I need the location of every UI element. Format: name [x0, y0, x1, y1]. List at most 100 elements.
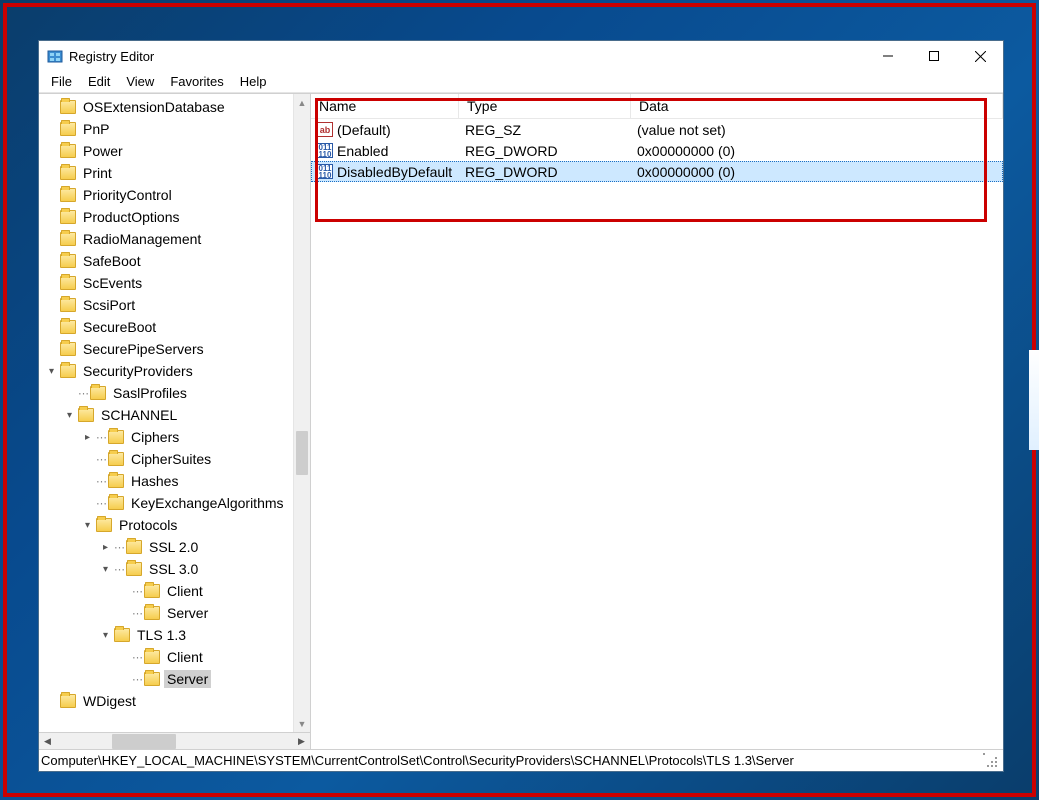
- chevron-down-icon[interactable]: ▾: [45, 366, 58, 377]
- chevron-right-icon[interactable]: ▸: [99, 542, 112, 553]
- tree-node[interactable]: ProductOptions: [39, 206, 310, 228]
- hscroll-thumb[interactable]: [112, 734, 176, 749]
- tree-node[interactable]: ⋯Server: [39, 668, 310, 690]
- tree-node[interactable]: ▸⋯Ciphers: [39, 426, 310, 448]
- folder-icon: [60, 232, 76, 246]
- tree-node-label: Client: [164, 648, 206, 666]
- folder-icon: [144, 606, 160, 620]
- folder-icon: [60, 320, 76, 334]
- tree-node[interactable]: SafeBoot: [39, 250, 310, 272]
- cell-type: REG_SZ: [459, 121, 631, 139]
- tree-node[interactable]: Power: [39, 140, 310, 162]
- tree-node[interactable]: ▸⋯ SSL 2.0: [39, 536, 310, 558]
- tree-node[interactable]: SecureBoot: [39, 316, 310, 338]
- column-data-header[interactable]: Data: [631, 94, 1003, 118]
- folder-icon: [126, 562, 142, 576]
- tree-node[interactable]: ⋯ Client: [39, 580, 310, 602]
- tree-node-label: OSExtensionDatabase: [80, 98, 228, 116]
- resize-grip-icon[interactable]: [983, 753, 999, 769]
- tree-node[interactable]: ⋯CipherSuites: [39, 448, 310, 470]
- scroll-right-icon[interactable]: ▶: [293, 733, 310, 750]
- tree-connector: ⋯: [114, 541, 124, 554]
- status-path: Computer\HKEY_LOCAL_MACHINE\SYSTEM\Curre…: [41, 753, 794, 768]
- values-list[interactable]: Name Type Data ab(Default)REG_SZ(value n…: [311, 94, 1003, 749]
- chevron-down-icon[interactable]: ▾: [63, 410, 76, 421]
- tree-node[interactable]: WDigest: [39, 690, 310, 712]
- cell-name: ab(Default): [311, 121, 459, 139]
- string-value-icon: ab: [317, 122, 333, 137]
- tree-node[interactable]: PnP: [39, 118, 310, 140]
- tree-node[interactable]: ScsiPort: [39, 294, 310, 316]
- folder-icon: [144, 650, 160, 664]
- list-header[interactable]: Name Type Data: [311, 94, 1003, 119]
- column-name-header[interactable]: Name: [311, 94, 459, 118]
- scroll-thumb[interactable]: [296, 431, 308, 475]
- chevron-down-icon[interactable]: ▾: [99, 630, 112, 641]
- tree-node[interactable]: Print: [39, 162, 310, 184]
- folder-icon: [60, 342, 76, 356]
- tree-node-label: KeyExchangeAlgorithms: [128, 494, 287, 512]
- menu-edit[interactable]: Edit: [80, 72, 118, 91]
- tree-connector: ⋯: [132, 585, 142, 598]
- folder-icon: [60, 144, 76, 158]
- tree-node[interactable]: ▾Protocols: [39, 514, 310, 536]
- tree-node[interactable]: ⋯ KeyExchangeAlgorithms: [39, 492, 310, 514]
- tree-node[interactable]: ▾ TLS 1.3: [39, 624, 310, 646]
- cell-data: 0x00000000 (0): [631, 142, 1003, 160]
- window-title: Registry Editor: [69, 49, 154, 64]
- folder-icon: [60, 188, 76, 202]
- cell-name: 011110Enabled: [311, 142, 459, 160]
- tree-connector: ⋯: [96, 497, 106, 510]
- tree-node[interactable]: ScEvents: [39, 272, 310, 294]
- scroll-up-icon[interactable]: ▲: [294, 94, 310, 111]
- folder-icon: [108, 496, 124, 510]
- registry-tree[interactable]: OSExtensionDatabase PnP Power Print Priority…: [39, 94, 310, 732]
- menu-view[interactable]: View: [118, 72, 162, 91]
- folder-icon: [78, 408, 94, 422]
- folder-icon: [90, 386, 106, 400]
- minimize-button[interactable]: [865, 41, 911, 71]
- tree-node-label: RadioManagement: [80, 230, 204, 248]
- scroll-down-icon[interactable]: ▼: [294, 715, 310, 732]
- tree-node[interactable]: ⋯Server: [39, 602, 310, 624]
- tree-node[interactable]: ⋯Hashes: [39, 470, 310, 492]
- tree-node[interactable]: RadioManagement: [39, 228, 310, 250]
- tree-node[interactable]: ▾SecurityProviders: [39, 360, 310, 382]
- tree-node[interactable]: SecurePipeServers: [39, 338, 310, 360]
- binary-value-icon: 011110: [317, 143, 333, 158]
- folder-icon: [126, 540, 142, 554]
- column-type-header[interactable]: Type: [459, 94, 631, 118]
- tree-node-label: SSL 3.0: [146, 560, 201, 578]
- tree-node[interactable]: ▾⋯SSL 3.0: [39, 558, 310, 580]
- tree-node-label: PnP: [80, 120, 112, 138]
- menu-file[interactable]: File: [43, 72, 80, 91]
- tree-horizontal-scrollbar[interactable]: ◀ ▶: [39, 732, 310, 749]
- scroll-left-icon[interactable]: ◀: [39, 733, 56, 750]
- tree-node-label: SSL 2.0: [146, 538, 201, 556]
- chevron-right-icon[interactable]: ▸: [81, 432, 94, 443]
- chevron-down-icon[interactable]: ▾: [81, 520, 94, 531]
- tree-node-label: Print: [80, 164, 115, 182]
- tree-node-label: TLS 1.3: [134, 626, 189, 644]
- menu-favorites[interactable]: Favorites: [162, 72, 231, 91]
- folder-icon: [108, 452, 124, 466]
- tree-node[interactable]: ⋯SaslProfiles: [39, 382, 310, 404]
- list-row[interactable]: 011110EnabledREG_DWORD0x00000000 (0): [311, 140, 1003, 161]
- list-row[interactable]: 011110DisabledByDefaultREG_DWORD0x000000…: [311, 161, 1003, 182]
- folder-icon: [60, 122, 76, 136]
- tree-node[interactable]: PriorityControl: [39, 184, 310, 206]
- tree-node[interactable]: OSExtensionDatabase: [39, 96, 310, 118]
- menu-help[interactable]: Help: [232, 72, 275, 91]
- tree-node-label: Client: [164, 582, 206, 600]
- tree-node-label: Ciphers: [128, 428, 182, 446]
- titlebar[interactable]: Registry Editor: [39, 41, 1003, 71]
- chevron-down-icon[interactable]: ▾: [99, 564, 112, 575]
- tree-node[interactable]: ⋯Client: [39, 646, 310, 668]
- main-body: OSExtensionDatabase PnP Power Print Priority…: [39, 93, 1003, 749]
- folder-icon: [60, 364, 76, 378]
- maximize-button[interactable]: [911, 41, 957, 71]
- tree-node[interactable]: ▾SCHANNEL: [39, 404, 310, 426]
- tree-vertical-scrollbar[interactable]: ▲ ▼: [293, 94, 310, 732]
- close-button[interactable]: [957, 41, 1003, 71]
- list-row[interactable]: ab(Default)REG_SZ(value not set): [311, 119, 1003, 140]
